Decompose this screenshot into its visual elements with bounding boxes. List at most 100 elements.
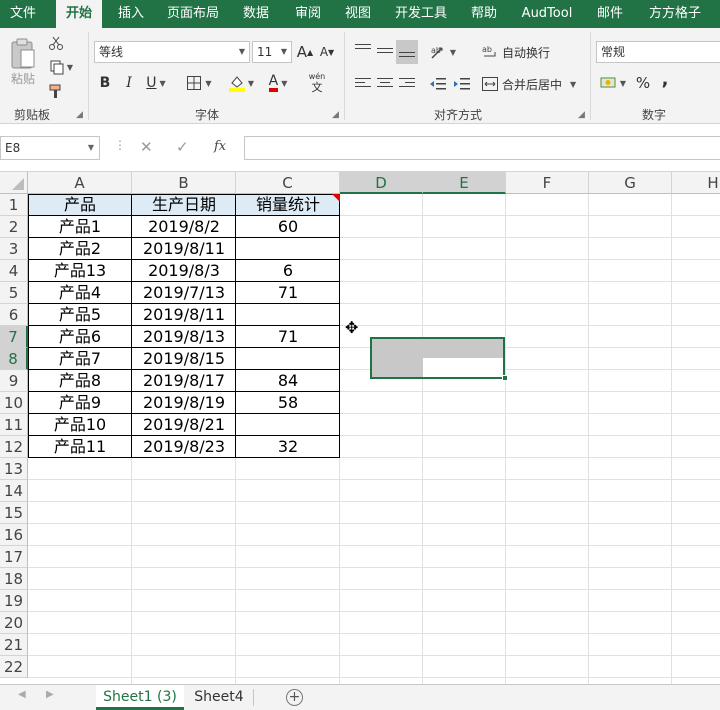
fill-color-button[interactable]: ▼ <box>224 72 258 94</box>
column-header-f[interactable]: F <box>506 172 589 194</box>
table-cell[interactable]: 产品6 <box>28 326 132 348</box>
row-header-11[interactable]: 11 <box>0 414 28 436</box>
cancel-icon[interactable]: ✕ <box>140 138 153 156</box>
table-cell[interactable]: 2019/8/21 <box>132 414 236 436</box>
borders-button[interactable]: ▼ <box>182 72 216 94</box>
orientation-button[interactable]: ab ▼ <box>428 42 458 62</box>
font-size-dropdown[interactable]: 11 ▼ <box>252 41 292 63</box>
name-box[interactable]: E8 ▼ <box>0 136 100 160</box>
table-cell[interactable]: 2019/8/2 <box>132 216 236 238</box>
tab-insert[interactable]: 插入 <box>108 0 154 28</box>
table-cell[interactable]: 产品11 <box>28 436 132 458</box>
align-top-button[interactable] <box>354 42 372 60</box>
table-cell[interactable]: 84 <box>236 370 340 392</box>
row-header-9[interactable]: 9 <box>0 370 28 392</box>
table-cell[interactable]: 2019/8/17 <box>132 370 236 392</box>
worksheet-grid[interactable]: ABCDEFGH 1 2 3 4 5 6 7 8 9 10 11 12 13 14 15 16 17 18 19 20… <box>0 172 720 684</box>
select-all-corner[interactable] <box>0 172 28 194</box>
tab-help[interactable]: 帮助 <box>462 0 506 28</box>
row-header-21[interactable]: 21 <box>0 634 28 656</box>
row-header-14[interactable]: 14 <box>0 480 28 502</box>
decrease-indent-button[interactable] <box>428 74 448 94</box>
row-header-10[interactable]: 10 <box>0 392 28 414</box>
column-header-d[interactable]: D <box>340 172 423 194</box>
table-cell[interactable]: 58 <box>236 392 340 414</box>
shrink-font-button[interactable]: A ▼ <box>318 42 336 62</box>
align-center-button[interactable] <box>376 76 394 94</box>
table-cell[interactable]: 产品2 <box>28 238 132 260</box>
italic-button[interactable]: I <box>120 72 138 94</box>
font-name-dropdown[interactable]: 等线 ▼ <box>94 41 250 63</box>
row-header-8[interactable]: 8 <box>0 348 28 370</box>
row-header-19[interactable]: 19 <box>0 590 28 612</box>
insert-function-icon[interactable]: fx <box>214 139 226 154</box>
comment-indicator[interactable] <box>332 194 340 202</box>
formula-input[interactable] <box>244 136 720 160</box>
percent-button[interactable]: % <box>634 72 652 94</box>
copy-button[interactable]: ▼ <box>46 58 76 76</box>
font-launcher-icon[interactable]: ◢ <box>332 110 339 120</box>
sheet-tab-sheet1-3[interactable]: Sheet1 (3) <box>96 685 184 710</box>
row-header-6[interactable]: 6 <box>0 304 28 326</box>
bold-button[interactable]: B <box>96 72 114 94</box>
column-header-h[interactable]: H <box>672 172 720 194</box>
table-cell[interactable]: 2019/8/3 <box>132 260 236 282</box>
font-color-button[interactable]: A ▼ <box>262 72 294 94</box>
tab-file[interactable]: 文件 <box>0 0 46 28</box>
table-cell[interactable]: 2019/8/15 <box>132 348 236 370</box>
table-cell[interactable]: 71 <box>236 282 340 304</box>
row-header-12[interactable]: 12 <box>0 436 28 458</box>
tab-page-layout[interactable]: 页面布局 <box>160 0 226 28</box>
scroll-left-icon[interactable]: ◀ <box>18 689 26 700</box>
row-header-3[interactable]: 3 <box>0 238 28 260</box>
table-cell[interactable] <box>236 238 340 260</box>
row-header-16[interactable]: 16 <box>0 524 28 546</box>
align-middle-button[interactable] <box>376 42 394 60</box>
table-header-cell[interactable]: 销量统计 <box>236 194 340 216</box>
tab-review[interactable]: 审阅 <box>286 0 330 28</box>
fill-handle[interactable] <box>502 375 508 381</box>
table-cell[interactable]: 2019/8/13 <box>132 326 236 348</box>
table-header-cell[interactable]: 生产日期 <box>132 194 236 216</box>
merge-center-button[interactable]: 合并后居中 ▼ <box>482 74 580 94</box>
tab-audtool[interactable]: AudTool <box>514 0 580 28</box>
enter-icon[interactable]: ✓ <box>176 138 189 156</box>
row-header-18[interactable]: 18 <box>0 568 28 590</box>
row-header-2[interactable]: 2 <box>0 216 28 238</box>
wrap-text-button[interactable]: ab 自动换行 <box>482 42 558 62</box>
table-cell[interactable]: 产品13 <box>28 260 132 282</box>
column-header-b[interactable]: B <box>132 172 236 194</box>
row-header-20[interactable]: 20 <box>0 612 28 634</box>
scroll-right-icon[interactable]: ▶ <box>46 689 54 700</box>
phonetic-button[interactable]: wén 文 <box>302 70 332 96</box>
align-right-button[interactable] <box>398 76 416 94</box>
table-header-cell[interactable]: 产品 <box>28 194 132 216</box>
row-header-4[interactable]: 4 <box>0 260 28 282</box>
table-cell[interactable]: 产品8 <box>28 370 132 392</box>
comma-button[interactable]: , <box>658 68 672 90</box>
clipboard-launcher-icon[interactable]: ◢ <box>76 110 83 120</box>
table-cell[interactable]: 产品5 <box>28 304 132 326</box>
table-cell[interactable]: 产品1 <box>28 216 132 238</box>
number-format-dropdown[interactable]: 常规 <box>596 41 720 63</box>
table-cell[interactable]: 32 <box>236 436 340 458</box>
row-header-15[interactable]: 15 <box>0 502 28 524</box>
table-cell[interactable]: 60 <box>236 216 340 238</box>
table-cell[interactable]: 2019/7/13 <box>132 282 236 304</box>
align-left-button[interactable] <box>354 76 372 94</box>
table-cell[interactable]: 71 <box>236 326 340 348</box>
alignment-launcher-icon[interactable]: ◢ <box>578 110 585 120</box>
column-header-c[interactable]: C <box>236 172 340 194</box>
row-header-5[interactable]: 5 <box>0 282 28 304</box>
increase-indent-button[interactable] <box>452 74 472 94</box>
tab-fangfang[interactable]: 方方格子 <box>640 0 710 28</box>
tab-view[interactable]: 视图 <box>336 0 380 28</box>
cut-button[interactable] <box>46 34 66 52</box>
row-header-22[interactable]: 22 <box>0 656 28 678</box>
table-cell[interactable] <box>236 414 340 436</box>
grow-font-button[interactable]: A ▲ <box>296 42 314 62</box>
column-header-a[interactable]: A <box>28 172 132 194</box>
table-cell[interactable]: 2019/8/11 <box>132 238 236 260</box>
column-header-e[interactable]: E <box>423 172 506 194</box>
table-cell[interactable]: 产品9 <box>28 392 132 414</box>
